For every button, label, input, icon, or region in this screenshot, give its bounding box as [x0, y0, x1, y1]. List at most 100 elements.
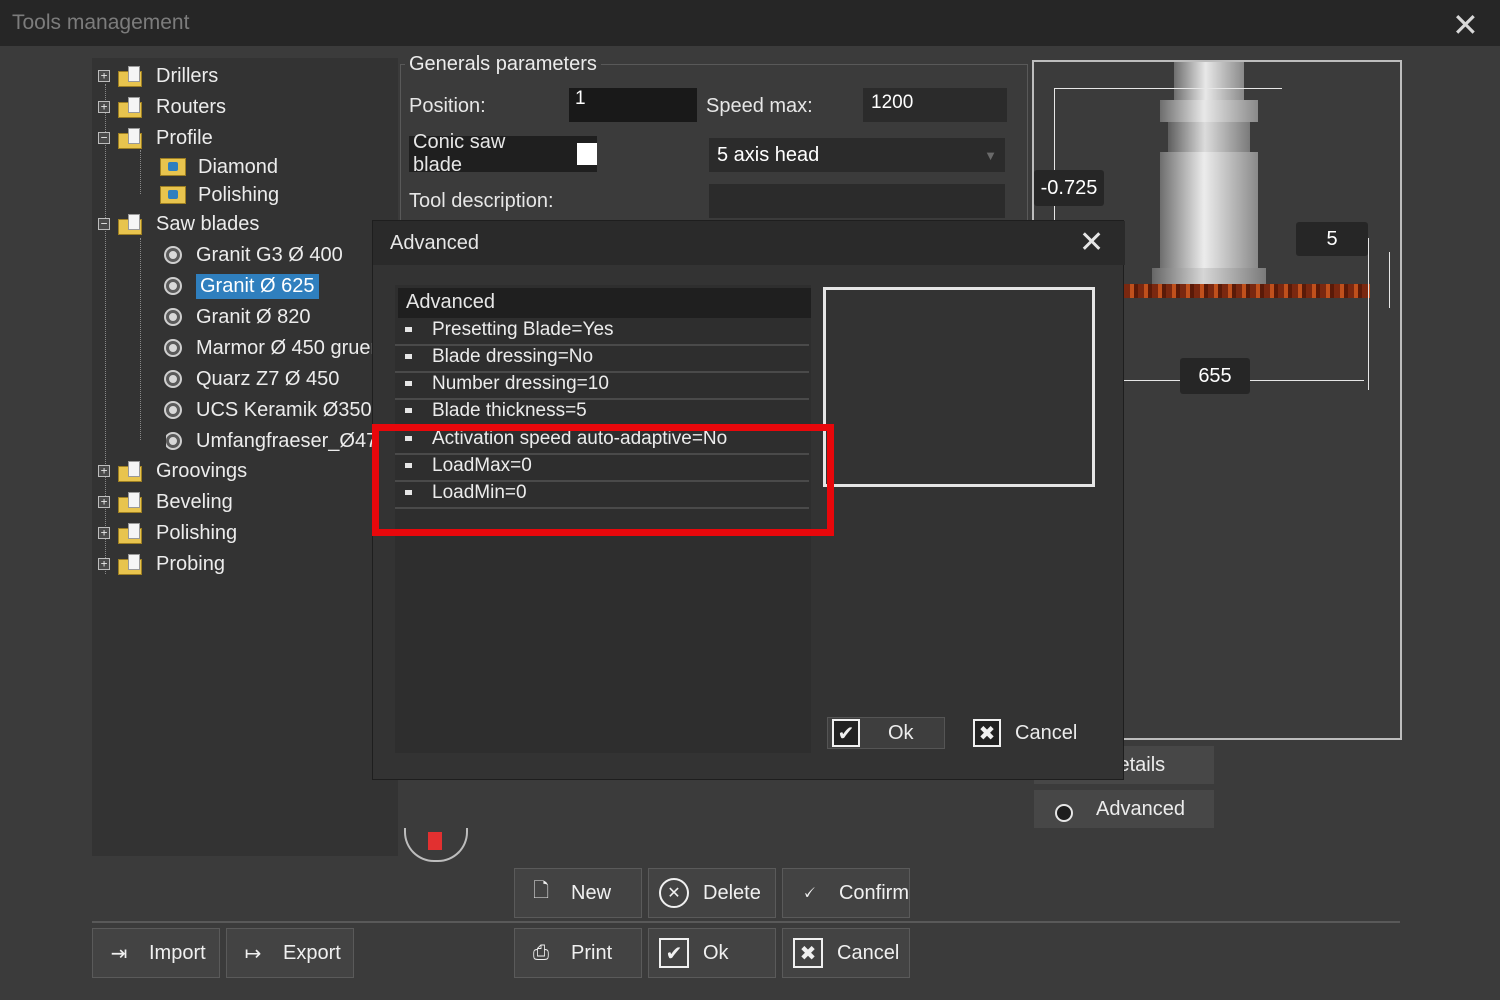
delete-icon: ✕ — [659, 878, 689, 908]
tree-node-blade[interactable]: Quarz Z7 Ø 450 — [166, 365, 339, 393]
folder-beveling-icon — [118, 492, 142, 513]
folder-grooving-icon — [118, 461, 142, 482]
list-item-text: Presetting Blade=Yes — [432, 319, 614, 340]
print-button[interactable]: ⎙ Print — [514, 928, 642, 978]
title-bar: Tools management ✕ — [0, 0, 1500, 46]
expand-icon[interactable]: + — [98, 496, 110, 508]
conic-saw-blade-checkbox[interactable]: Conic saw blade — [409, 131, 597, 176]
tree-node-blade[interactable]: Umfangfraeser_Ø475 — [166, 427, 398, 455]
list-item[interactable]: Blade dressing=No — [395, 346, 809, 373]
folder-saw-icon — [118, 214, 142, 235]
tree-node-label: Probing — [156, 552, 225, 575]
import-button[interactable]: ⇥ Import — [92, 928, 220, 978]
import-icon: ⇥ — [110, 942, 128, 965]
ok-button[interactable]: ✔ Ok — [648, 928, 776, 978]
tree-node-polishing-profile[interactable]: Polishing — [160, 181, 279, 209]
polishing-tool-icon — [160, 186, 186, 204]
checkmark-icon: ✔ — [832, 719, 860, 747]
tree-node-beveling[interactable]: + Beveling — [98, 488, 233, 516]
position-input[interactable]: 1 — [569, 88, 697, 122]
spindle-top — [1174, 62, 1244, 102]
tree-node-blade[interactable]: Granit Ø 820 — [166, 303, 311, 331]
tree-node-drillers[interactable]: + Drillers — [98, 62, 218, 90]
new-button[interactable]: 🗋 New — [514, 868, 642, 918]
bullet-icon — [405, 408, 412, 414]
printer-icon: ⎙ — [533, 941, 549, 964]
dialog-cancel-button[interactable]: ✖ Cancel — [969, 717, 1093, 749]
tree-node-label: Profile — [156, 126, 213, 149]
tree-node-polishing[interactable]: + Polishing — [98, 519, 237, 547]
window-title: Tools management — [12, 11, 190, 34]
confirm-button-label: Confirm — [838, 881, 909, 904]
bullet-icon — [405, 327, 412, 333]
expand-icon[interactable]: + — [98, 527, 110, 539]
saw-blade-icon — [166, 310, 180, 324]
tree-node-label: Polishing — [198, 183, 280, 206]
saw-blade-icon — [166, 341, 180, 355]
close-icon[interactable]: ✕ — [1079, 225, 1104, 260]
tree-node-blade[interactable]: Marmor Ø 450 gruen — [166, 334, 382, 362]
cancel-x-icon: ✖ — [973, 719, 1001, 747]
saw-blade-icon — [166, 403, 180, 417]
dimension-line — [1054, 88, 1282, 89]
saw-blade-icon — [166, 372, 180, 386]
dimension-diameter: 655 — [1180, 358, 1250, 394]
diamond-tool-icon — [160, 158, 186, 176]
expand-icon[interactable]: + — [98, 101, 110, 113]
head-type-select[interactable]: 5 axis head ▼ — [709, 138, 1005, 172]
list-item[interactable]: Presetting Blade=Yes — [395, 319, 809, 346]
close-icon[interactable]: ✕ — [1452, 6, 1479, 44]
spindle-ring — [1160, 100, 1258, 122]
dialog-ok-label: Ok — [888, 721, 914, 744]
saw-blade-icon — [166, 248, 180, 262]
checkbox-box[interactable] — [576, 143, 597, 165]
folder-profile-icon — [118, 128, 142, 149]
expand-icon[interactable]: + — [98, 558, 110, 570]
collapse-icon[interactable]: − — [98, 218, 110, 230]
tree-node-label: Polishing — [156, 521, 238, 544]
divider — [92, 921, 1400, 923]
folder-router-icon — [118, 97, 142, 118]
delete-button[interactable]: ✕ Delete — [648, 868, 776, 918]
expand-icon[interactable]: + — [98, 465, 110, 477]
tree-node-label: Beveling — [156, 490, 233, 513]
dimension-thickness: 5 — [1296, 222, 1368, 256]
new-document-icon: 🗋 — [532, 880, 550, 902]
advanced-tab[interactable]: Advanced — [1034, 790, 1214, 828]
tree-node-groovings[interactable]: + Groovings — [98, 457, 247, 485]
tree-node-label: Granit Ø 625 — [196, 273, 319, 299]
list-item[interactable]: Number dressing=10 — [395, 373, 809, 400]
dimension-line — [1368, 238, 1369, 390]
tree-node-label: Routers — [156, 95, 227, 118]
tree-node-profile[interactable]: − Profile — [98, 124, 213, 152]
tree-node-blade[interactable]: UCS Keramik Ø350 — [166, 396, 372, 424]
dimension-line — [1389, 252, 1390, 308]
import-button-label: Import — [149, 941, 206, 964]
tree-node-probing[interactable]: + Probing — [98, 550, 225, 578]
export-button[interactable]: ↦ Export — [226, 928, 354, 978]
tree-node-routers[interactable]: + Routers — [98, 93, 226, 121]
export-icon: ↦ — [244, 942, 262, 965]
tree-node-saw-blades[interactable]: − Saw blades — [98, 210, 259, 238]
dialog-ok-button[interactable]: ✔ Ok — [827, 717, 945, 749]
tree-node-label: Saw blades — [156, 212, 260, 235]
tree-node-diamond[interactable]: Diamond — [160, 153, 278, 181]
cancel-button-label: Cancel — [837, 941, 900, 964]
tool-description-input[interactable] — [709, 184, 1005, 218]
dialog-title: Advanced — [390, 232, 479, 254]
cancel-button[interactable]: ✖ Cancel — [782, 928, 910, 978]
expand-icon[interactable]: + — [98, 70, 110, 82]
tree-node-blade-selected[interactable]: Granit Ø 625 — [166, 272, 319, 300]
saw-blade-icon — [166, 434, 180, 448]
saw-blade-icon — [166, 279, 180, 293]
collapse-icon[interactable]: − — [98, 132, 110, 144]
confirm-button[interactable]: 🗸 Confirm — [782, 868, 910, 918]
parameter-image-preview — [823, 287, 1095, 487]
list-item-text: Blade thickness=5 — [432, 400, 587, 421]
speed-max-input[interactable]: 1200 — [863, 88, 1007, 122]
tree-node-label: Umfangfraeser_Ø475 — [196, 429, 389, 452]
folder-polishing-icon — [118, 523, 142, 544]
tool-marker-icon — [428, 832, 442, 850]
tree-node-blade[interactable]: Granit G3 Ø 400 — [166, 241, 343, 269]
list-item[interactable]: Blade thickness=5 — [395, 400, 809, 427]
